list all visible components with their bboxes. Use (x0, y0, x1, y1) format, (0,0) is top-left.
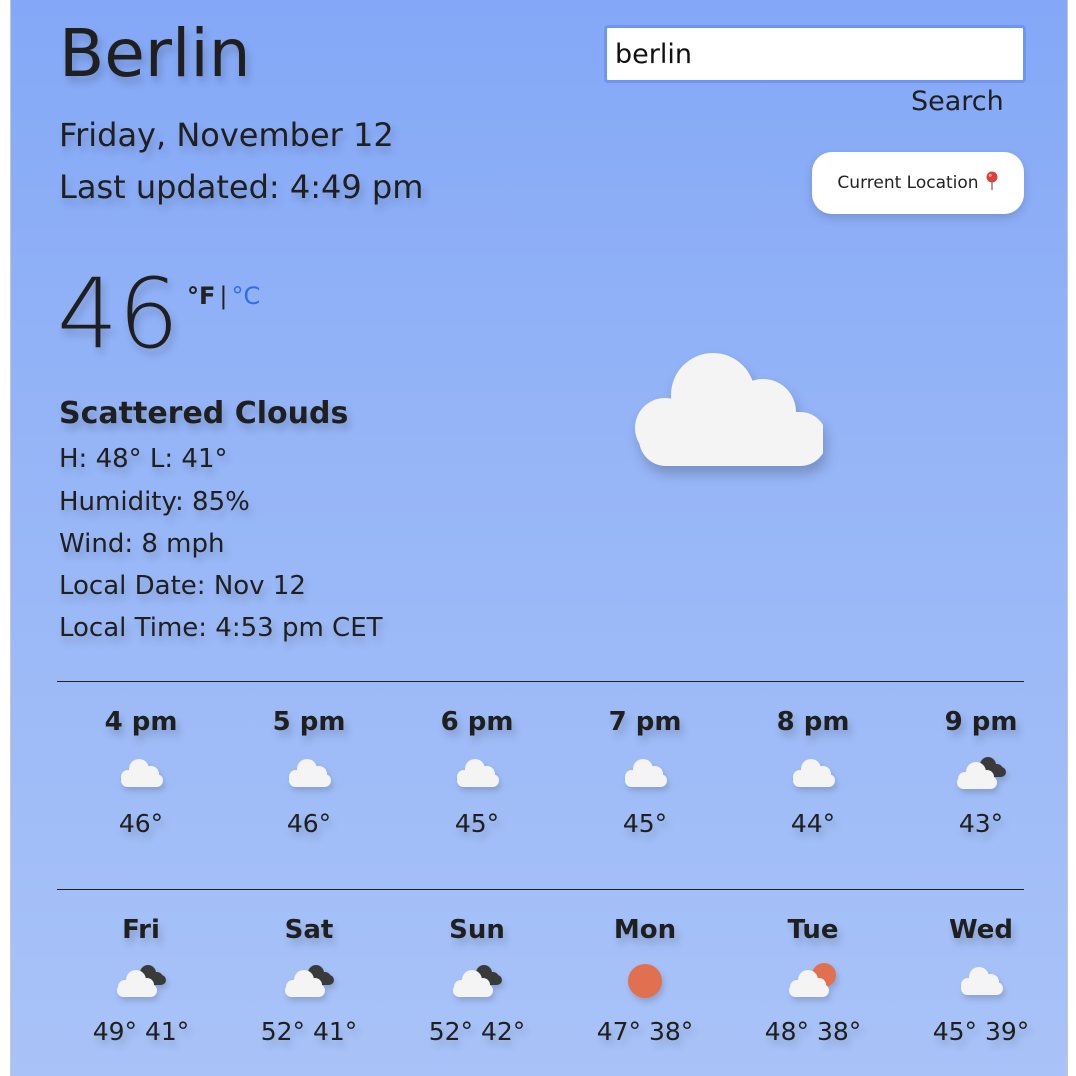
cloud-icon (897, 950, 1065, 1012)
search-button[interactable]: Search (911, 86, 1004, 117)
broken-clouds-icon (897, 742, 1065, 804)
hourly-item: 9 pm 43° (897, 702, 1065, 844)
local-time: Local Time: 4:53 pm CET (59, 613, 383, 643)
day-temperature: 45° 39° (932, 1017, 1030, 1046)
hour-label: 5 pm (272, 707, 346, 737)
broken-clouds-icon (393, 950, 561, 1012)
cloud-icon (57, 742, 225, 804)
hour-label: 7 pm (608, 707, 682, 737)
day-temperature: 47° 38° (596, 1017, 694, 1046)
day-label: Wed (949, 915, 1013, 945)
current-location-button[interactable]: Current Location (812, 152, 1024, 214)
day-temperature: 52° 42° (428, 1017, 526, 1046)
cloud-icon (225, 742, 393, 804)
hourly-divider (57, 681, 1024, 682)
pin-icon (985, 171, 999, 196)
current-temperature: 46 (57, 258, 180, 370)
hour-label: 9 pm (944, 707, 1018, 737)
hourly-item: 8 pm 44° (729, 702, 897, 844)
daily-item: Wed 45° 39° (897, 910, 1065, 1052)
cloud-icon (561, 742, 729, 804)
daily-item: Sun 52° 42° (393, 910, 561, 1052)
hourly-item: 7 pm 45° (561, 702, 729, 844)
hourly-item: 4 pm 46° (57, 702, 225, 844)
daily-item: Fri 49° 41° (57, 910, 225, 1052)
daily-forecast: Fri 49° 41° Sat 52° 41° Sun 52° 42° Mon (57, 910, 1065, 1052)
cloud-icon (623, 340, 827, 480)
cloud-icon (729, 742, 897, 804)
hour-temperature: 46° (118, 809, 164, 838)
day-temperature: 48° 38° (764, 1017, 862, 1046)
daily-item: Tue 48° 38° (729, 910, 897, 1052)
day-temperature: 49° 41° (92, 1017, 190, 1046)
day-label: Tue (787, 915, 839, 945)
daily-divider (57, 889, 1024, 890)
sun-cloud-icon (729, 950, 897, 1012)
hour-label: 4 pm (104, 707, 178, 737)
humidity: Humidity: 85% (59, 487, 250, 517)
daily-item: Mon 47° 38° (561, 910, 729, 1052)
weather-description: Scattered Clouds (59, 396, 349, 431)
unit-separator: | (219, 282, 228, 310)
hour-label: 8 pm (776, 707, 850, 737)
current-date: Friday, November 12 (59, 116, 394, 154)
hourly-item: 6 pm 45° (393, 702, 561, 844)
unit-fahrenheit[interactable]: °F (187, 282, 215, 310)
day-temperature: 52° 41° (260, 1017, 358, 1046)
hour-temperature: 45° (622, 809, 668, 838)
hour-label: 6 pm (440, 707, 514, 737)
broken-clouds-icon (57, 950, 225, 1012)
day-label: Mon (613, 915, 677, 945)
broken-clouds-icon (225, 950, 393, 1012)
day-label: Sun (449, 915, 505, 945)
weather-app: Berlin Friday, November 12 Last updated:… (10, 0, 1068, 1076)
city-name: Berlin (59, 15, 251, 92)
local-date: Local Date: Nov 12 (59, 571, 306, 601)
day-label: Fri (122, 915, 160, 945)
high-low: H: 48° L: 41° (59, 444, 228, 474)
current-location-label: Current Location (837, 173, 979, 193)
wind: Wind: 8 mph (59, 529, 225, 559)
sun-icon (561, 950, 729, 1012)
unit-toggle: °F | °C (187, 282, 260, 310)
hourly-forecast: 4 pm 46° 5 pm 46° 6 pm 45° 7 pm 45° 8 pm… (57, 702, 1065, 844)
hour-temperature: 43° (958, 809, 1004, 838)
hour-temperature: 44° (790, 809, 836, 838)
hour-temperature: 45° (454, 809, 500, 838)
last-updated: Last updated: 4:49 pm (59, 168, 424, 206)
hourly-item: 5 pm 46° (225, 702, 393, 844)
cloud-icon (393, 742, 561, 804)
search-input[interactable] (604, 25, 1026, 83)
unit-celsius-link[interactable]: °C (232, 282, 261, 310)
hour-temperature: 46° (286, 809, 332, 838)
daily-item: Sat 52° 41° (225, 910, 393, 1052)
day-label: Sat (284, 915, 334, 945)
